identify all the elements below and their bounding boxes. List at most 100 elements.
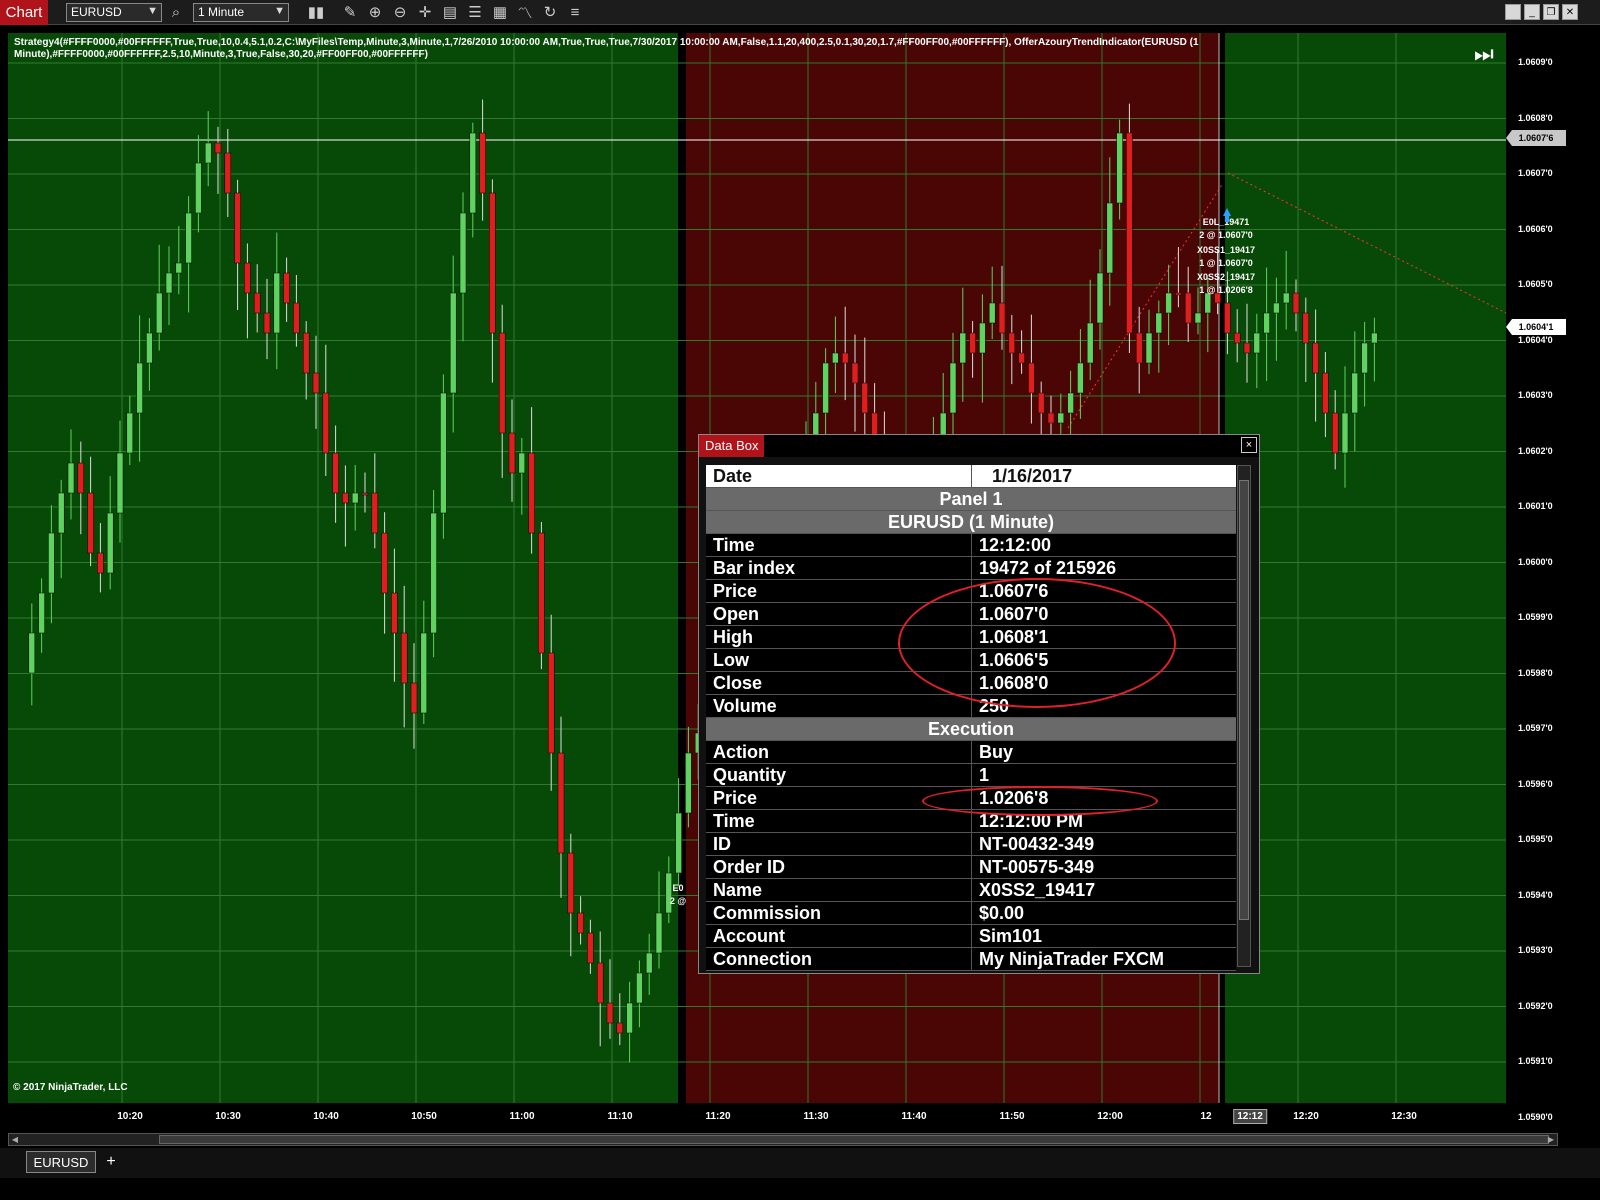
- candle-body: [293, 302, 300, 334]
- candle-body: [1077, 362, 1084, 394]
- time-tick-label: 12:30: [1391, 1111, 1417, 1122]
- price-tick-label: 1.0600'0: [1518, 556, 1553, 567]
- candle-body: [498, 332, 506, 434]
- row-label: Commission: [706, 902, 972, 924]
- execution-annotation: X0SS2_19417: [1197, 272, 1255, 282]
- maximize-icon[interactable]: ❐: [1543, 4, 1559, 20]
- price-tick-label: 1.0598'0: [1518, 667, 1553, 678]
- window-tile-icon[interactable]: [1505, 4, 1521, 20]
- candle-body: [332, 452, 339, 494]
- close-icon[interactable]: ✕: [1562, 4, 1578, 20]
- price-tick-label: 1.0593'0: [1518, 945, 1553, 955]
- candle-body: [538, 532, 545, 654]
- add-tab-button[interactable]: +: [100, 1151, 122, 1173]
- bar-type-icon[interactable]: ▮▮: [305, 1, 327, 23]
- candle-body: [391, 592, 398, 634]
- indicators-icon[interactable]: 〽: [514, 1, 536, 23]
- price-tick-label: 1.0609'0: [1518, 57, 1553, 67]
- candle-body: [1135, 332, 1143, 364]
- candle-body: [636, 972, 643, 1004]
- scroll-left-icon[interactable]: ◀: [9, 1134, 21, 1145]
- candle-body: [1253, 332, 1261, 354]
- instrument-selector[interactable]: EURUSD ▼: [66, 2, 162, 22]
- candle-body: [312, 372, 320, 394]
- series-header: EURUSD (1 Minute): [706, 511, 1236, 534]
- candle-body: [351, 492, 359, 504]
- time-axis: 12:30 12:20 12 12:00 11:50 11:40 11:30 11:20 11:…: [8, 1105, 1508, 1130]
- candle-body: [155, 292, 163, 334]
- data-box-row: Commission $0.00: [706, 902, 1236, 925]
- candle-body: [459, 212, 467, 294]
- row-label: Price: [706, 580, 972, 602]
- data-box-scrollbar[interactable]: [1237, 465, 1251, 967]
- price-tick-label: 1.0608'0: [1518, 112, 1553, 123]
- bottom-tab-bar: EURUSD +: [0, 1148, 1600, 1178]
- candle-body: [577, 912, 584, 934]
- time-tick-label: 11:20: [705, 1111, 731, 1122]
- candle-body: [146, 332, 153, 364]
- execution-annotation: 1 @ 1.0206'8: [1199, 285, 1252, 295]
- candle-body: [1008, 332, 1016, 354]
- candle-body: [87, 492, 94, 554]
- search-icon[interactable]: ⌕: [165, 1, 187, 23]
- close-icon[interactable]: ×: [1241, 437, 1257, 453]
- chart-trader-icon[interactable]: ▦: [489, 1, 511, 23]
- candle-body: [861, 382, 869, 414]
- interval-selector[interactable]: 1 Minute ▼: [193, 2, 289, 22]
- candle-body: [675, 812, 682, 874]
- candle-body: [685, 752, 692, 814]
- candle-body: [420, 632, 428, 714]
- candle-body: [841, 352, 849, 364]
- bars-icon[interactable]: ☰: [464, 1, 486, 23]
- drawing-tool-icon[interactable]: ✎: [339, 1, 361, 23]
- data-box-titlebar[interactable]: Data Box ×: [699, 435, 1259, 457]
- zoom-in-icon[interactable]: ⊕: [364, 1, 386, 23]
- price-marker-upper: 1.0607'6: [1506, 130, 1566, 146]
- candle-body: [283, 272, 290, 304]
- time-tick-label: 10:50: [411, 1111, 437, 1122]
- execution-annotation: E0: [672, 883, 683, 893]
- interval-value: 1 Minute: [198, 5, 245, 19]
- price-tick-label: 1.0601'0: [1518, 501, 1553, 511]
- chart-tab[interactable]: Chart: [0, 0, 48, 25]
- candle-body: [400, 632, 408, 684]
- scroll-right-icon[interactable]: ▶: [1545, 1134, 1557, 1145]
- candle-body: [263, 312, 271, 334]
- candle-body: [381, 532, 388, 594]
- scrollbar-thumb[interactable]: [1239, 480, 1249, 920]
- chevron-down-icon: ▼: [147, 4, 158, 17]
- reload-icon[interactable]: ↻: [539, 1, 561, 23]
- data-box-row: Bar index 19472 of 215926: [706, 557, 1236, 580]
- crosshair-icon[interactable]: ✛: [414, 1, 436, 23]
- candle-body: [626, 1002, 633, 1034]
- time-tick-label: 12:00: [1097, 1111, 1123, 1122]
- candle-body: [949, 362, 957, 414]
- candle-body: [1155, 312, 1163, 334]
- row-value: 1: [972, 764, 1236, 786]
- scrollbar-thumb[interactable]: [159, 1135, 1549, 1144]
- horizontal-scrollbar[interactable]: ◀ ▶: [8, 1133, 1558, 1146]
- properties-icon[interactable]: ≡: [564, 1, 586, 23]
- data-box-icon[interactable]: ▤: [439, 1, 461, 23]
- price-tick-label: 1.0603'0: [1518, 390, 1553, 400]
- data-box-table: Date 1/16/2017 Panel 1 EURUSD (1 Minute)…: [706, 465, 1236, 971]
- minimize-icon[interactable]: _: [1524, 4, 1540, 20]
- date-row: Date 1/16/2017: [706, 465, 1236, 488]
- candle-body: [979, 322, 986, 354]
- data-box-window[interactable]: Data Box × Date 1/16/2017 Panel 1 EURUSD…: [698, 434, 1260, 974]
- execution-annotation: 2 @ 1.0607'0: [1199, 230, 1252, 240]
- row-value: X0SS2_19417: [972, 879, 1236, 901]
- zoom-out-icon[interactable]: ⊖: [389, 1, 411, 23]
- row-label: Account: [706, 925, 972, 947]
- candle-body: [596, 962, 604, 1004]
- time-axis-cursor: 12:12: [1233, 1109, 1267, 1124]
- go-to-end-icon[interactable]: ⏭: [1474, 41, 1494, 66]
- row-value: NT-00432-349: [972, 833, 1236, 855]
- candle-body: [1175, 292, 1182, 296]
- candle-body: [204, 142, 212, 164]
- tab-eurusd[interactable]: EURUSD: [26, 1151, 96, 1173]
- candle-body: [322, 392, 330, 454]
- candle-body: [106, 512, 114, 574]
- row-label: Action: [706, 741, 972, 763]
- candle-body: [165, 272, 173, 294]
